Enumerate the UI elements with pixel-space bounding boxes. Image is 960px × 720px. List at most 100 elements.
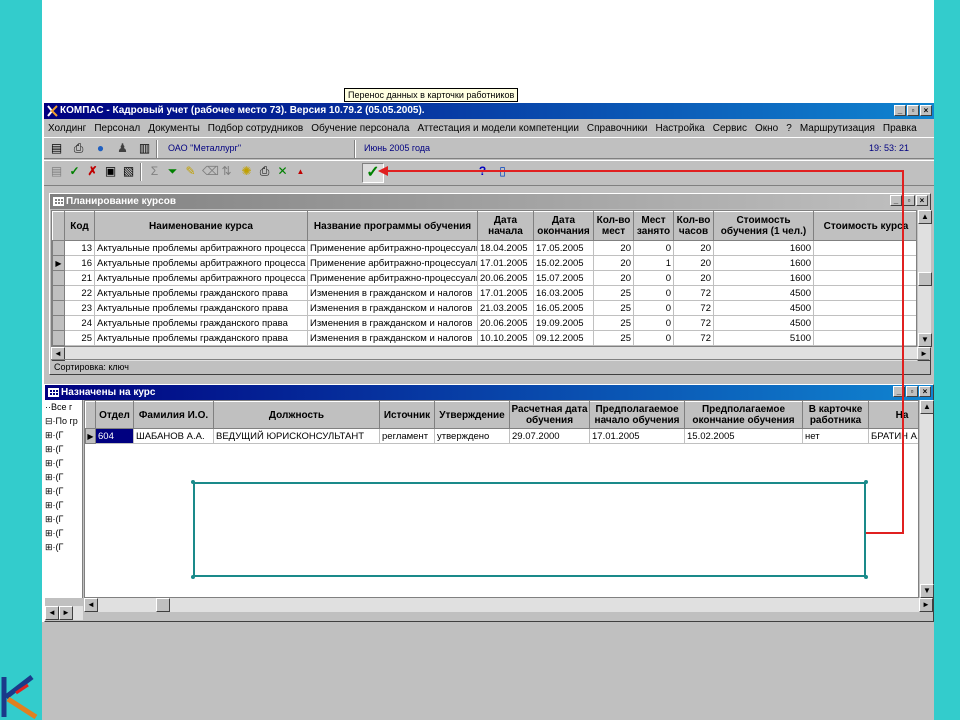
cell-start-date[interactable]: 10.10.2005 bbox=[477, 330, 534, 346]
column-header[interactable]: Предполагаемое начало обучения bbox=[589, 401, 685, 429]
expand-icon[interactable]: ⊞· bbox=[45, 500, 56, 510]
assigned-horizontal-scrollbar[interactable]: ◄ ► bbox=[84, 598, 933, 612]
tree-horizontal-scrollbar[interactable]: ◄ ► bbox=[45, 606, 83, 620]
column-header[interactable]: Мест занято bbox=[633, 211, 674, 241]
table-row[interactable]: 21 Актуальные проблемы арбитражного проце… bbox=[52, 270, 916, 286]
cell-cost[interactable]: 5100 bbox=[713, 330, 814, 346]
cell-course-name[interactable]: Актуальные проблемы арбитражного процесс… bbox=[94, 255, 308, 271]
edit-record-icon[interactable]: ▧ bbox=[122, 165, 135, 178]
cell-seats[interactable]: 25 bbox=[593, 285, 634, 301]
column-header[interactable]: Код bbox=[64, 211, 95, 241]
menu-settings[interactable]: Настройка bbox=[652, 123, 709, 134]
menu-recruitment[interactable]: Подбор сотрудников bbox=[204, 123, 307, 134]
cell-program[interactable]: Применение арбитражно-процессуальн bbox=[307, 240, 478, 256]
period-label[interactable]: Июнь 2005 года bbox=[364, 143, 430, 153]
cell-program[interactable]: Применение арбитражно-процессуальн bbox=[307, 270, 478, 286]
cell-end[interactable]: 15.02.2005 bbox=[684, 428, 803, 444]
cell-course-name[interactable]: Актуальные проблемы гражданского права bbox=[94, 300, 308, 316]
tree-node[interactable]: ⊞·(Г bbox=[45, 512, 82, 526]
cell-end-date[interactable]: 09.12.2005 bbox=[533, 330, 594, 346]
menu-attestation[interactable]: Аттестация и модели компетенции bbox=[413, 123, 582, 134]
menu-routing[interactable]: Маршрутизация bbox=[796, 123, 879, 134]
cell-code[interactable]: 21 bbox=[64, 270, 95, 286]
cell-seats-taken[interactable]: 0 bbox=[633, 270, 674, 286]
table-row[interactable]: 24 Актуальные проблемы гражданского права… bbox=[52, 315, 916, 331]
scroll-up-button[interactable]: ▲ bbox=[920, 400, 934, 414]
scroll-left-button[interactable]: ◄ bbox=[84, 598, 98, 612]
cell-seats-taken[interactable]: 0 bbox=[633, 240, 674, 256]
cell-course-name[interactable]: Актуальные проблемы гражданского права bbox=[94, 330, 308, 346]
table-row[interactable]: ▶ 16 Актуальные проблемы арбитражного проц… bbox=[52, 255, 916, 271]
cell-start[interactable]: 17.01.2005 bbox=[589, 428, 685, 444]
scroll-down-button[interactable]: ▼ bbox=[920, 584, 934, 598]
cell-course-name[interactable]: Актуальные проблемы арбитражного процесс… bbox=[94, 240, 308, 256]
cell-cost[interactable]: 1600 bbox=[713, 270, 814, 286]
expand-icon[interactable]: ⊞· bbox=[45, 458, 56, 468]
cell-seats-taken[interactable]: 0 bbox=[633, 315, 674, 331]
child-restore-button[interactable]: ▫ bbox=[903, 195, 915, 206]
cell-program[interactable]: Применение арбитражно-процессуальн bbox=[307, 255, 478, 271]
tree-node[interactable]: ⊞·(Г bbox=[45, 484, 82, 498]
cell-cost[interactable]: 4500 bbox=[713, 285, 814, 301]
tree-node[interactable]: ··Все г bbox=[45, 400, 82, 414]
scroll-left-button[interactable]: ◄ bbox=[45, 606, 59, 620]
tree-node[interactable]: ⊞·(Г bbox=[45, 540, 82, 554]
cell-cost[interactable]: 4500 bbox=[713, 315, 814, 331]
window-titlebar[interactable]: КОМПАС - Кадровый учет (рабочее место 73… bbox=[44, 103, 934, 119]
filter-icon[interactable]: ⏷ bbox=[166, 165, 179, 178]
expand-icon[interactable]: ⊞· bbox=[45, 486, 56, 496]
cell-hours[interactable]: 20 bbox=[673, 270, 714, 286]
cell-start-date[interactable]: 17.01.2005 bbox=[477, 255, 534, 271]
expand-icon[interactable]: ⊞· bbox=[45, 430, 56, 440]
scroll-right-button[interactable]: ► bbox=[919, 598, 933, 612]
add-record-icon[interactable]: ▣ bbox=[104, 165, 117, 178]
tree-branch-icon[interactable]: ⊟· bbox=[45, 416, 56, 426]
cell-hours[interactable]: 20 bbox=[673, 255, 714, 271]
sum-icon[interactable]: Σ bbox=[148, 165, 161, 178]
cell-end-date[interactable]: 17.05.2005 bbox=[533, 240, 594, 256]
expand-icon[interactable]: ⊞· bbox=[45, 444, 56, 454]
cell-code[interactable]: 23 bbox=[64, 300, 95, 316]
bulb-icon[interactable]: ✺ bbox=[240, 165, 253, 178]
expand-icon[interactable]: ⊞· bbox=[45, 472, 56, 482]
cell-end-date[interactable]: 16.03.2005 bbox=[533, 285, 594, 301]
menu-documents[interactable]: Документы bbox=[144, 123, 204, 134]
cell-code[interactable]: 13 bbox=[64, 240, 95, 256]
scroll-thumb[interactable] bbox=[918, 272, 932, 286]
cell-seats[interactable]: 20 bbox=[593, 270, 634, 286]
restore-button[interactable]: ▫ bbox=[907, 105, 919, 116]
assigned-titlebar[interactable]: Назначены на курс _ ▫ × bbox=[45, 385, 933, 400]
close-button[interactable]: × bbox=[920, 105, 932, 116]
column-header[interactable]: На bbox=[868, 401, 918, 429]
menu-edit[interactable]: Правка bbox=[879, 123, 921, 134]
course-planning-titlebar[interactable]: Планирование курсов _ ▫ × bbox=[50, 194, 930, 209]
tree-node[interactable]: ⊟·По гр bbox=[45, 414, 82, 428]
child-minimize-button[interactable]: _ bbox=[890, 195, 902, 206]
cell-seats-taken[interactable]: 0 bbox=[633, 330, 674, 346]
table-row[interactable]: 13 Актуальные проблемы арбитражного проце… bbox=[52, 240, 916, 256]
user-icon[interactable]: ♟ bbox=[116, 142, 129, 155]
cell-program[interactable]: Изменения в гражданском и налогов bbox=[307, 330, 478, 346]
table-row[interactable]: ▶ 604 ШАБАНОВ А.А. ВЕДУЩИЙ ЮРИСКОНСУЛЬТАНТ р… bbox=[85, 428, 918, 444]
menu-service[interactable]: Сервис bbox=[709, 123, 751, 134]
cell-cost[interactable]: 4500 bbox=[713, 300, 814, 316]
print-icon[interactable]: ⎙ bbox=[258, 165, 271, 178]
menu-training[interactable]: Обучение персонала bbox=[307, 123, 413, 134]
cell-seats[interactable]: 25 bbox=[593, 330, 634, 346]
cell-source[interactable]: регламент bbox=[379, 428, 435, 444]
dbf-export-icon[interactable]: ▲ bbox=[294, 165, 307, 178]
column-header[interactable]: В карточке работника bbox=[802, 401, 869, 429]
book-icon[interactable]: ▥ bbox=[138, 142, 151, 155]
cell-program[interactable]: Изменения в гражданском и налогов bbox=[307, 315, 478, 331]
cell-hours[interactable]: 72 bbox=[673, 330, 714, 346]
cell-start-date[interactable]: 20.06.2005 bbox=[477, 315, 534, 331]
cell-seats[interactable]: 20 bbox=[593, 240, 634, 256]
column-header[interactable]: Утверждение bbox=[434, 401, 510, 429]
company-label[interactable]: ОАО "Металлург" bbox=[168, 143, 241, 153]
column-header[interactable]: Название программы обучения bbox=[307, 211, 478, 241]
cell-seats[interactable]: 25 bbox=[593, 315, 634, 331]
expand-icon[interactable]: ⊞· bbox=[45, 528, 56, 538]
table-row[interactable]: 22 Актуальные проблемы гражданского права… bbox=[52, 285, 916, 301]
cell-seats-taken[interactable]: 1 bbox=[633, 255, 674, 271]
excel-icon[interactable]: ✕ bbox=[276, 165, 289, 178]
